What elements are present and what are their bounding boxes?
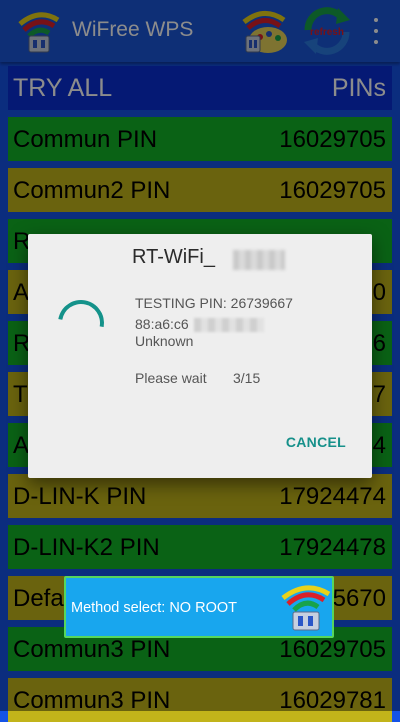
vendor-text: Unknown xyxy=(135,333,194,349)
progress-dialog: RT-WiFi_ TESTING PIN: 26739667 88:a6:c6 … xyxy=(28,234,372,478)
wifi-lock-icon xyxy=(281,585,331,631)
cancel-button[interactable]: CANCEL xyxy=(286,434,346,450)
redacted-ssid xyxy=(233,250,285,270)
method-toast: Method select: NO ROOT xyxy=(64,576,334,638)
progress-count: 3/15 xyxy=(233,370,261,386)
redacted-mac xyxy=(194,318,264,332)
please-wait-text: Please wait xyxy=(135,370,207,386)
dialog-title: RT-WiFi_ xyxy=(132,246,215,268)
loading-spinner-icon xyxy=(48,290,114,356)
testing-pin-text: TESTING PIN: 26739667 xyxy=(135,295,293,311)
toast-message: Method select: NO ROOT xyxy=(71,600,237,616)
mac-address-text: 88:a6:c6 xyxy=(135,316,189,332)
